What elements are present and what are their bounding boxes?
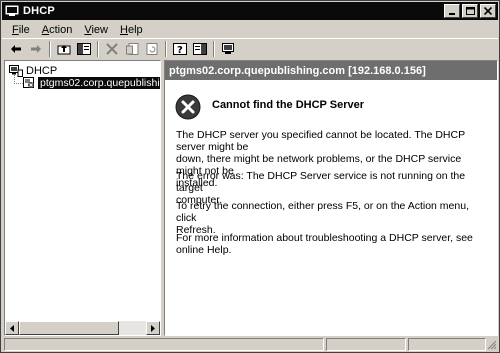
monitor-icon bbox=[222, 43, 234, 54]
help-text: For more information about troubleshooti… bbox=[176, 232, 473, 256]
server-error-icon bbox=[23, 76, 34, 88]
forward-button[interactable] bbox=[26, 40, 46, 58]
error-title: Cannot find the DHCP Server bbox=[212, 99, 364, 111]
horizontal-scrollbar[interactable] bbox=[5, 321, 160, 335]
maximize-button[interactable] bbox=[462, 4, 478, 18]
delete-icon bbox=[106, 43, 118, 55]
dhcp-node-icon bbox=[9, 64, 23, 77]
show-hide-tree-button[interactable] bbox=[74, 40, 94, 58]
window-title: DHCP bbox=[23, 5, 55, 17]
console-tree[interactable]: DHCP ptgms02.corp.quepublishing.com bbox=[4, 60, 161, 336]
maximize-icon bbox=[465, 7, 475, 15]
status-bar bbox=[2, 337, 498, 352]
result-pane: ptgms02.corp.quepublishing.com [192.168.… bbox=[164, 60, 498, 336]
properties-button[interactable] bbox=[122, 40, 142, 58]
menu-help[interactable]: Help bbox=[116, 24, 151, 36]
tree-item-label: ptgms02.corp.quepublishing.com bbox=[38, 76, 160, 89]
up-one-level-button[interactable] bbox=[54, 40, 74, 58]
status-panel bbox=[408, 338, 486, 351]
back-button[interactable] bbox=[6, 40, 26, 58]
scroll-thumb[interactable] bbox=[19, 321, 119, 335]
error-icon bbox=[175, 94, 201, 120]
toolbar-separator bbox=[213, 41, 215, 57]
status-panel bbox=[326, 338, 406, 351]
toolbar-separator bbox=[165, 41, 167, 57]
close-icon bbox=[484, 7, 492, 15]
resize-grip-icon[interactable] bbox=[486, 339, 497, 350]
close-button[interactable] bbox=[480, 4, 496, 18]
arrow-left-icon bbox=[10, 324, 14, 332]
svg-text:?: ? bbox=[177, 45, 183, 55]
monitor-button[interactable] bbox=[218, 40, 238, 58]
toolbar: ? bbox=[2, 38, 498, 59]
back-icon bbox=[11, 45, 21, 53]
title-bar[interactable]: DHCP bbox=[2, 2, 498, 20]
status-panel bbox=[4, 338, 324, 351]
show-hide-action-pane-button[interactable] bbox=[190, 40, 210, 58]
refresh-icon bbox=[146, 43, 158, 55]
forward-icon bbox=[31, 45, 41, 53]
toolbar-separator bbox=[97, 41, 99, 57]
show-hide-tree-icon bbox=[77, 43, 91, 55]
minimize-icon bbox=[449, 13, 455, 15]
show-hide-action-pane-icon bbox=[193, 43, 207, 55]
menu-bar: File Action View Help bbox=[2, 21, 498, 38]
toolbar-separator bbox=[49, 41, 51, 57]
scroll-left-button[interactable] bbox=[5, 321, 19, 335]
retry-instructions: To retry the connection, either press F5… bbox=[176, 200, 469, 236]
refresh-button[interactable] bbox=[142, 40, 162, 58]
arrow-right-icon bbox=[151, 324, 155, 332]
help-button[interactable]: ? bbox=[170, 40, 190, 58]
minimize-button[interactable] bbox=[444, 4, 460, 18]
delete-button[interactable] bbox=[102, 40, 122, 58]
menu-view[interactable]: View bbox=[80, 24, 116, 36]
dhcp-window: DHCP File Action View Help ? DHCP ptgms0… bbox=[0, 0, 500, 353]
tree-connector bbox=[14, 83, 23, 84]
scroll-track[interactable] bbox=[119, 321, 146, 335]
up-one-level-icon bbox=[57, 45, 71, 55]
scroll-right-button[interactable] bbox=[146, 321, 160, 335]
help-icon: ? bbox=[173, 43, 187, 55]
tree-item-server[interactable]: ptgms02.corp.quepublishing.com bbox=[23, 76, 160, 89]
tree-item-label: DHCP bbox=[26, 64, 58, 77]
properties-icon bbox=[125, 43, 138, 55]
result-pane-header: ptgms02.corp.quepublishing.com [192.168.… bbox=[165, 61, 497, 80]
dhcp-console-icon bbox=[5, 5, 19, 17]
caption-buttons bbox=[444, 4, 496, 18]
menu-action[interactable]: Action bbox=[38, 24, 81, 36]
menu-file[interactable]: File bbox=[8, 24, 38, 36]
